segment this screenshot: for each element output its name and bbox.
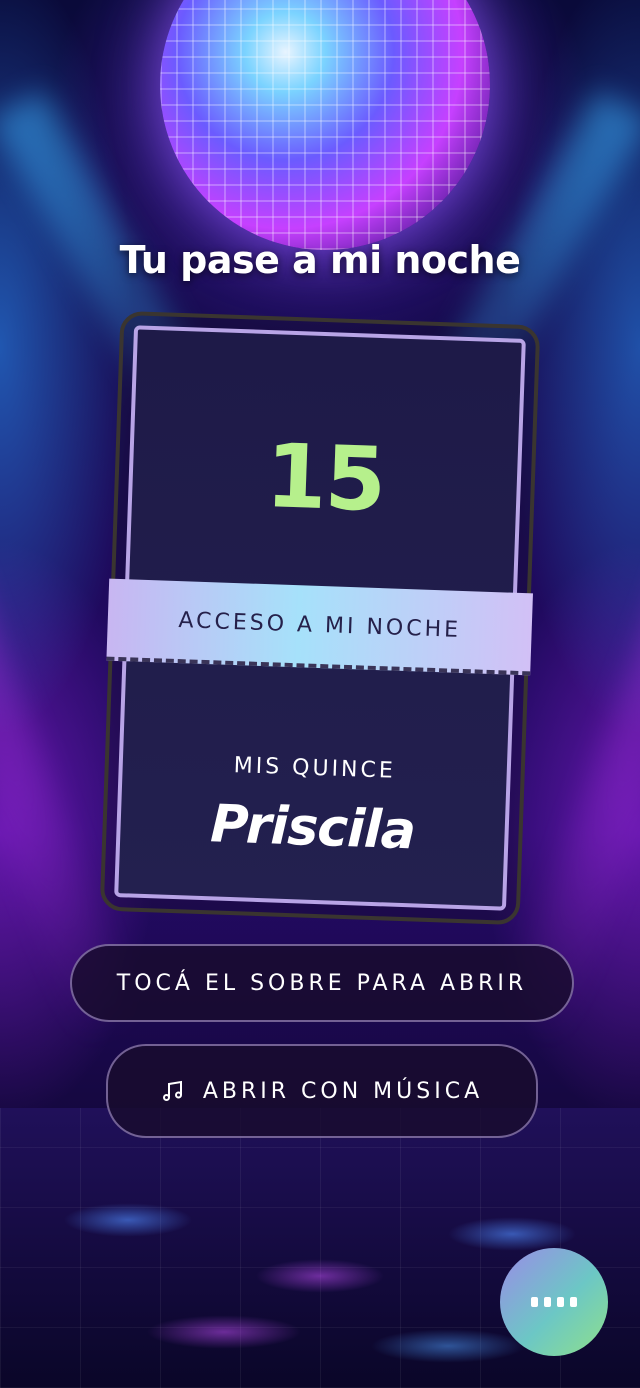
ticket-subtitle: MIS QUINCE [233, 753, 397, 784]
ticket-card: 15 ACCESO A MI NOCHE MIS QUINCE Priscila [106, 325, 533, 911]
ticket-band: ACCESO A MI NOCHE [106, 578, 533, 676]
open-envelope-button[interactable]: TOCÁ EL SOBRE PARA ABRIR [70, 944, 574, 1022]
open-envelope-label: TOCÁ EL SOBRE PARA ABRIR [116, 970, 528, 996]
more-options-button[interactable] [500, 1248, 608, 1356]
more-dots-icon [531, 1297, 577, 1307]
celebrant-name: Priscila [209, 794, 416, 862]
open-with-music-button[interactable]: ABRIR CON MÚSICA [106, 1044, 538, 1138]
page-title: Tu pase a mi noche [119, 238, 521, 282]
music-note-icon [162, 1080, 182, 1101]
ticket-number: 15 [263, 424, 386, 532]
open-with-music-label: ABRIR CON MÚSICA [202, 1078, 484, 1104]
envelope-ticket[interactable]: 15 ACCESO A MI NOCHE MIS QUINCE Priscila [99, 310, 541, 926]
band-text: ACCESO A MI NOCHE [178, 607, 462, 643]
